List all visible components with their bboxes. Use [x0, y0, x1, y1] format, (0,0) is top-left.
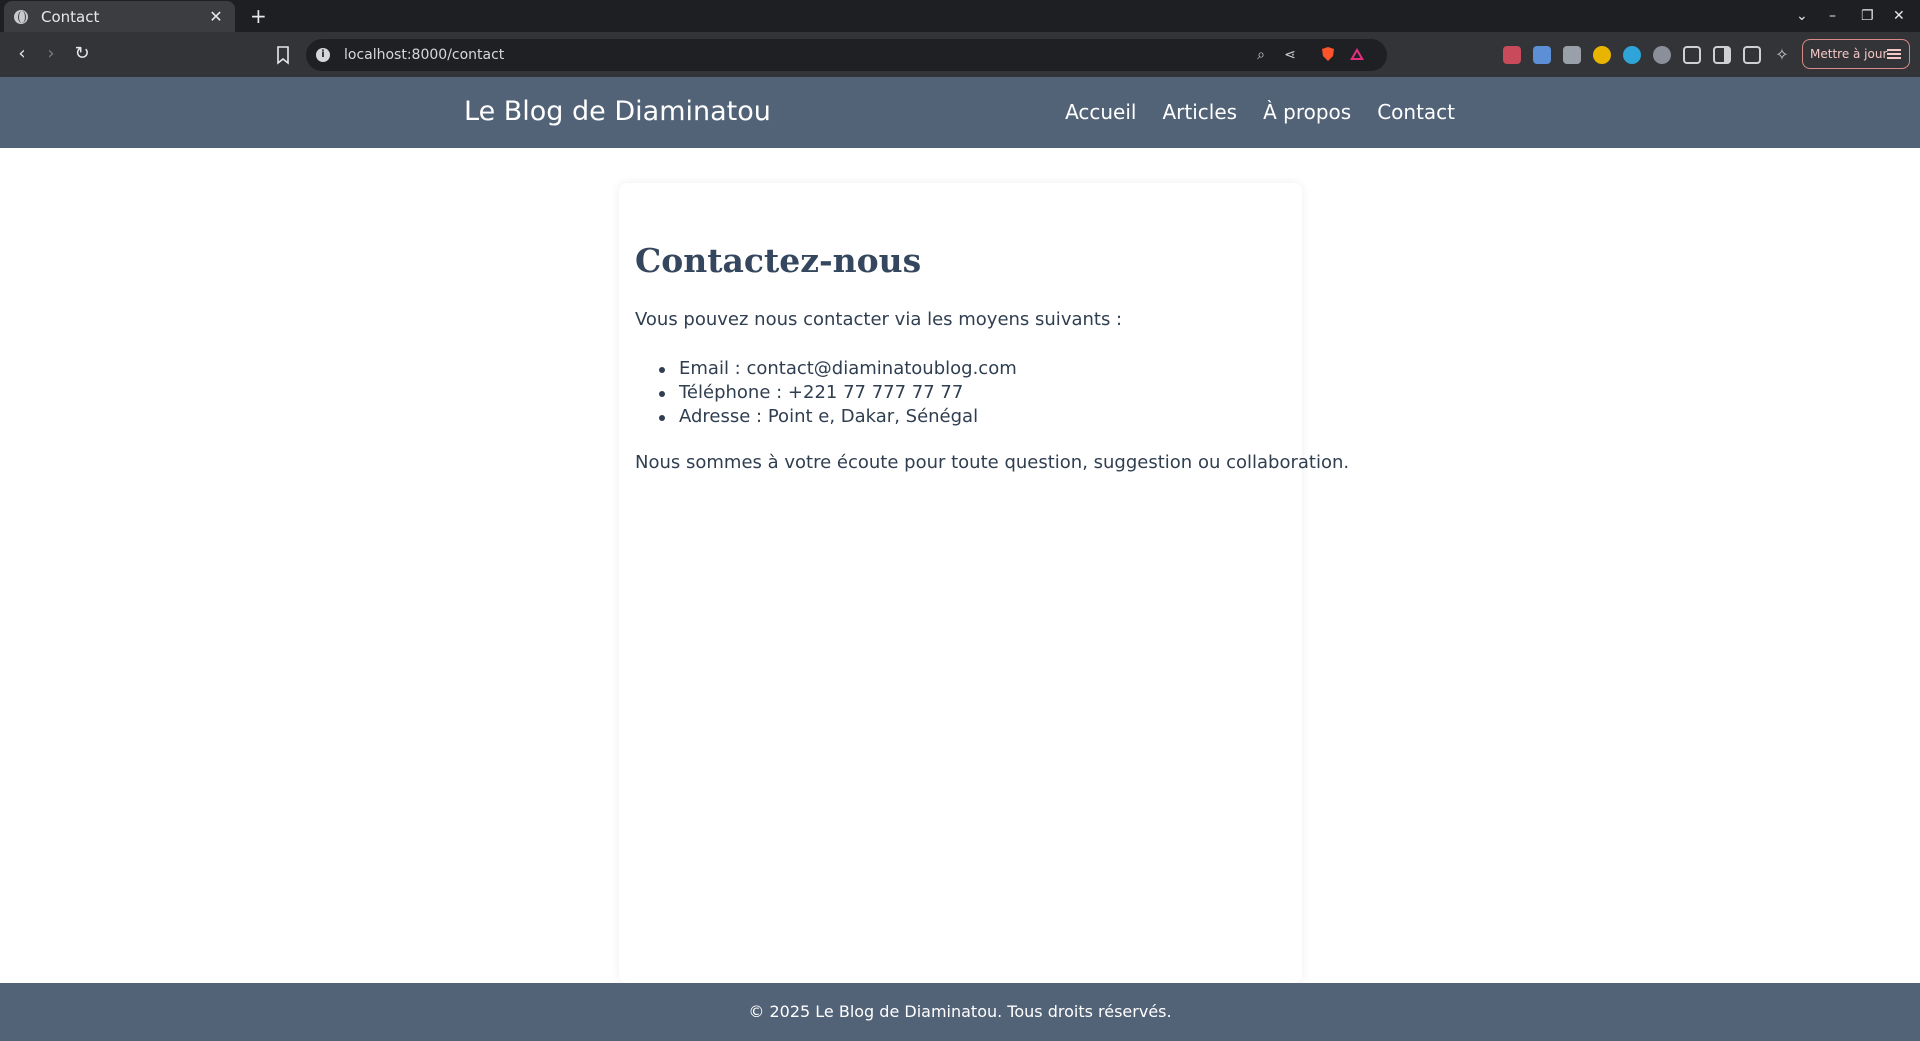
extension-translate-icon[interactable] — [1653, 46, 1671, 64]
contact-email: Email : contact@diaminatoublog.com — [635, 357, 1017, 381]
forward-button[interactable]: › — [39, 42, 63, 66]
extension-download-icon[interactable] — [1623, 46, 1641, 64]
zoom-icon[interactable]: ⌕ — [1252, 46, 1270, 64]
bookmark-icon[interactable] — [272, 44, 294, 66]
site-footer: © 2025 Le Blog de Diaminatou. Tous droit… — [0, 983, 1920, 1041]
extension-key-icon[interactable] — [1593, 46, 1611, 64]
new-tab-button[interactable]: + — [250, 4, 267, 28]
nav-link-articles[interactable]: Articles — [1162, 99, 1237, 125]
tab-search-chevron-icon[interactable]: ⌄ — [1796, 6, 1808, 26]
extension-camera-icon[interactable] — [1533, 46, 1551, 64]
address-bar[interactable]: i localhost:8000/contact ⌕ ⋖ — [306, 39, 1387, 71]
back-button[interactable]: ‹ — [10, 42, 34, 66]
brave-shields-icon[interactable] — [1319, 46, 1337, 64]
contact-card: Contactez-nous Vous pouvez nous contacte… — [619, 183, 1349, 983]
nav-link-a-propos[interactable]: À propos — [1263, 99, 1351, 125]
site-brand[interactable]: Le Blog de Diaminatou — [464, 94, 771, 130]
sidebar-toggle-icon[interactable] — [1713, 46, 1731, 64]
close-window-button[interactable]: ✕ — [1893, 6, 1905, 26]
extension-privacy-icon[interactable] — [1563, 46, 1581, 64]
share-icon[interactable]: ⋖ — [1281, 46, 1299, 64]
nav-link-contact[interactable]: Contact — [1377, 99, 1455, 125]
contact-address: Adresse : Point e, Dakar, Sénégal — [635, 405, 1017, 429]
tab-close-button[interactable]: ✕ — [207, 7, 225, 26]
contact-list: Email : contact@diaminatoublog.com Télép… — [635, 357, 1017, 429]
browser-tab-bar: Contact ✕ + ⌄ – ❐ ✕ — [0, 0, 1920, 32]
main-nav: Accueil Articles À propos Contact — [1065, 99, 1455, 125]
extensions-puzzle-icon[interactable] — [1683, 46, 1701, 64]
site-info-icon[interactable]: i — [316, 48, 330, 62]
globe-icon — [14, 9, 28, 24]
contact-intro: Vous pouvez nous contacter via les moyen… — [635, 309, 1123, 330]
minimize-button[interactable]: – — [1829, 6, 1836, 26]
menu-icon[interactable] — [1887, 49, 1901, 59]
update-button-label: Mettre à jour — [1810, 47, 1888, 61]
site-header: Le Blog de Diaminatou Accueil Articles À… — [0, 77, 1920, 148]
page-title: Contactez-nous — [635, 241, 922, 280]
restore-button[interactable]: ❐ — [1861, 6, 1874, 26]
update-button[interactable]: Mettre à jour — [1802, 39, 1910, 69]
contact-phone: Téléphone : +221 77 777 77 77 — [635, 381, 1017, 405]
browser-tab[interactable]: Contact ✕ — [4, 1, 235, 32]
url-text[interactable]: localhost:8000/contact — [344, 46, 504, 64]
leo-ai-icon[interactable]: ✧ — [1773, 46, 1791, 64]
wallet-icon[interactable] — [1743, 46, 1761, 64]
tab-title: Contact — [41, 7, 100, 26]
footer-copyright: © 2025 Le Blog de Diaminatou. Tous droit… — [748, 1002, 1172, 1021]
brave-rewards-icon[interactable] — [1348, 46, 1366, 64]
reload-button[interactable]: ↻ — [70, 42, 94, 66]
nav-link-accueil[interactable]: Accueil — [1065, 99, 1136, 125]
extension-shield-icon[interactable] — [1503, 46, 1521, 64]
browser-toolbar: ‹ › ↻ i localhost:8000/contact ⌕ ⋖ ✧ Met… — [0, 32, 1920, 77]
contact-outro: Nous sommes à votre écoute pour toute qu… — [635, 452, 1350, 473]
